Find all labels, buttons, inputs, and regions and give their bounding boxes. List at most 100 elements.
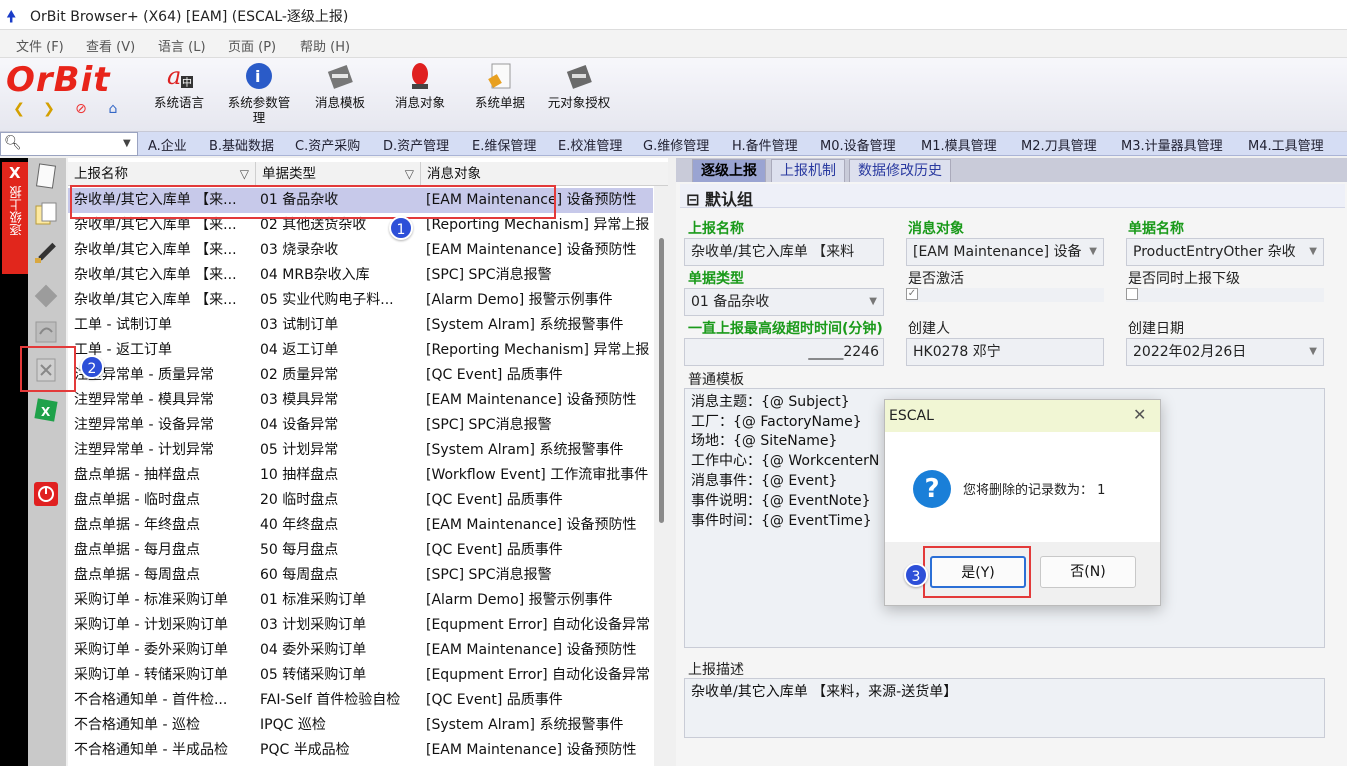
stop-icon[interactable]: ⊘	[72, 100, 90, 118]
table-row[interactable]: 采购订单 - 计划采购订单 03 计划采购订单 [Equpment Error] 自…	[68, 613, 653, 638]
scrollbar-thumb[interactable]	[659, 238, 664, 523]
creator-field[interactable]: HK0278 邓宁	[906, 338, 1104, 366]
menu-language[interactable]: 语言 (L)	[158, 36, 206, 55]
question-icon: ?	[913, 470, 951, 508]
module-tab-basic-data[interactable]: B.基础数据	[209, 135, 274, 154]
table-row[interactable]: 采购订单 - 委外采购订单 04 委外采购订单 [EAM Maintenance] …	[68, 638, 653, 663]
table-row[interactable]: 盘点单据 - 每周盘点 60 每周盘点 [SPC] SPC消息报警	[68, 563, 653, 588]
table-row[interactable]: 盘点单据 - 临时盘点 20 临时盘点 [QC Event] 品质事件	[68, 488, 653, 513]
vertical-tab-escal[interactable]: X 逐级上报	[2, 162, 28, 274]
table-row[interactable]: 采购订单 - 转储采购订单 05 转储采购订单 [Equpment Error] 自…	[68, 663, 653, 688]
module-tab-spare-parts[interactable]: H.备件管理	[732, 135, 798, 154]
table-row[interactable]: 注塑异常单 - 质量异常 02 质量异常 [QC Event] 品质事件	[68, 363, 653, 388]
menu-page[interactable]: 页面 (P)	[228, 36, 276, 55]
chevron-down-icon[interactable]: ▼	[123, 138, 131, 149]
annotation-badge-3: 3	[904, 563, 928, 587]
doc-name-select[interactable]: ProductEntryOther 杂收 ▼	[1126, 238, 1324, 266]
chevron-down-icon[interactable]: ▼	[869, 289, 877, 315]
column-header-report-name[interactable]: 上报名称 ▽	[68, 162, 256, 186]
menu-view[interactable]: 查看 (V)	[86, 36, 135, 55]
filter-icon[interactable]: ▽	[405, 162, 414, 186]
table-row[interactable]: 不合格通知单 - 半成品检 PQC 半成品检 [EAM Maintenance] 设…	[68, 738, 653, 763]
table-row[interactable]: 工单 - 试制订单 03 试制订单 [System Alram] 系统报警事件	[68, 313, 653, 338]
column-header-doc-type[interactable]: 单据类型 ▽	[256, 162, 421, 186]
close-icon[interactable]: ✕	[1133, 405, 1146, 424]
table-cell: 盘点单据 - 抽样盘点	[74, 467, 200, 483]
table-row[interactable]: 盘点单据 - 年终盘点 40 年终盘点 [EAM Maintenance] 设备预防…	[68, 513, 653, 538]
new-doc-icon[interactable]	[32, 162, 60, 190]
module-tab-calibration[interactable]: E.校准管理	[558, 135, 622, 154]
chevron-down-icon[interactable]: ▼	[1309, 339, 1317, 365]
toolbar-system-docs[interactable]: 系统单据	[468, 60, 532, 130]
table-row[interactable]: 注塑异常单 - 设备异常 04 设备异常 [SPC] SPC消息报警	[68, 413, 653, 438]
toolbar-message-object[interactable]: 消息对象	[388, 60, 452, 130]
module-tab-tool[interactable]: M4.工具管理	[1248, 135, 1324, 154]
table-cell: 60 每周盘点	[260, 567, 339, 583]
tab-data-history[interactable]: 数据修改历史	[849, 159, 951, 182]
chevron-down-icon[interactable]: ▼	[1089, 239, 1097, 265]
table-row[interactable]: 注塑异常单 - 模具异常 03 模具异常 [EAM Maintenance] 设备预…	[68, 388, 653, 413]
table-row[interactable]: 采购订单 - 标准采购订单 01 标准采购订单 [Alarm Demo] 报警示例事…	[68, 588, 653, 613]
table-row[interactable]: 盘点单据 - 抽样盘点 10 抽样盘点 [Workflow Event] 工作流审批…	[68, 463, 653, 488]
module-tab-maintenance[interactable]: E.维保管理	[472, 135, 536, 154]
excel-export-icon[interactable]: X	[32, 396, 60, 424]
report-name-field[interactable]: 杂收单/其它入库单 【来料	[684, 238, 884, 266]
module-tab-enterprise[interactable]: A.企业	[148, 135, 187, 154]
menu-help[interactable]: 帮助 (H)	[300, 36, 350, 55]
tab-report-mechanism[interactable]: 上报机制	[771, 159, 845, 182]
table-row[interactable]: 不合格通知单 - 首件检... FAI-Self 首件检验自检 [QC Event]…	[68, 688, 653, 713]
module-tab-bar: 🔍︎ ▼ A.企业 B.基础数据 C.资产采购 D.资产管理 E.维保管理 E.…	[0, 132, 1347, 156]
active-checkbox[interactable]: ✓	[906, 288, 918, 300]
table-row[interactable]: 杂收单/其它入库单 【来... 05 实业代购电子料... [Alarm Demo]…	[68, 288, 653, 313]
no-button[interactable]: 否(N)	[1040, 556, 1136, 588]
exit-icon[interactable]	[32, 480, 60, 508]
close-icon[interactable]: X	[9, 164, 21, 182]
table-cell: 采购订单 - 计划采购订单	[74, 617, 228, 633]
toolbar-meta-auth[interactable]: 元对象授权	[542, 60, 616, 130]
toolbar-message-template[interactable]: 消息模板	[308, 60, 372, 130]
module-tab-cutter[interactable]: M2.刀具管理	[1021, 135, 1097, 154]
table-row[interactable]: 注塑异常单 - 计划异常 05 计划异常 [System Alram] 系统报警事件	[68, 438, 653, 463]
toolbar-system-language[interactable]: a中 系统语言	[148, 60, 210, 130]
module-tab-repair[interactable]: G.维修管理	[643, 135, 709, 154]
module-tab-asset-purchase[interactable]: C.资产采购	[295, 135, 360, 154]
module-search[interactable]: 🔍︎ ▼	[0, 132, 138, 156]
module-tab-mold[interactable]: M1.模具管理	[921, 135, 997, 154]
sync-report-checkbox[interactable]	[1126, 288, 1138, 300]
timeout-field[interactable]: _____2246	[684, 338, 884, 366]
svg-text:中: 中	[182, 76, 192, 89]
edit-pencil-icon[interactable]	[32, 238, 60, 266]
msg-object-select[interactable]: [EAM Maintenance] 设备 ▼	[906, 238, 1104, 266]
forward-arrow-icon[interactable]: ❯	[40, 100, 58, 118]
table-row[interactable]: 工单 - 返工订单 04 返工订单 [Reporting Mechanism] 异常…	[68, 338, 653, 363]
table-row[interactable]: 不合格通知单 - 巡检 IPQC 巡检 [System Alram] 系统报警事件	[68, 713, 653, 738]
filter-icon[interactable]: ▽	[240, 162, 249, 186]
doc-type-select[interactable]: 01 备品杂收 ▼	[684, 288, 884, 316]
home-icon[interactable]: ⌂	[104, 100, 122, 118]
back-arrow-icon[interactable]: ❮	[10, 100, 28, 118]
table-row[interactable]: 杂收单/其它入库单 【来... 04 MRB杂收入库 [SPC] SPC消息报警	[68, 263, 653, 288]
table-cell: 03 计划采购订单	[260, 617, 367, 633]
grid-scrollbar[interactable]	[654, 186, 668, 766]
module-tab-asset-mgmt[interactable]: D.资产管理	[383, 135, 449, 154]
collapse-icon[interactable]: ⊟	[686, 190, 705, 209]
table-cell: [QC Event] 品质事件	[426, 492, 563, 508]
table-cell: 40 年终盘点	[260, 517, 339, 533]
table-cell: 注塑异常单 - 设备异常	[74, 417, 214, 433]
table-row[interactable]: 盘点单据 - 每月盘点 50 每月盘点 [QC Event] 品质事件	[68, 538, 653, 563]
action-icon-column: X	[28, 158, 66, 766]
chevron-down-icon[interactable]: ▼	[1309, 239, 1317, 265]
column-header-message-object[interactable]: 消息对象	[421, 162, 668, 186]
table-row[interactable]: 杂收单/其它入库单 【来... 03 烧录杂收 [EAM Maintenance] …	[68, 238, 653, 263]
group-header[interactable]: ⊟ 默认组	[680, 184, 1345, 209]
description-textarea[interactable]: 杂收单/其它入库单 【来料，来源-送货单】	[684, 678, 1325, 738]
table-cell: 04 MRB杂收入库	[260, 267, 370, 283]
tab-escal[interactable]: 逐级上报	[692, 159, 766, 182]
module-tab-equipment[interactable]: M0.设备管理	[820, 135, 896, 154]
module-tab-gauge[interactable]: M3.计量器具管理	[1121, 135, 1223, 154]
menu-file[interactable]: 文件 (F)	[16, 36, 64, 55]
created-date-picker[interactable]: 2022年02月26日 ▼	[1126, 338, 1324, 366]
toolbar: OrBit ❮ ❯ ⊘ ⌂ a中 系统语言 i 系统参数管 理 消息模板 消息对…	[0, 58, 1347, 132]
copy-docs-icon[interactable]	[32, 200, 60, 228]
toolbar-system-params[interactable]: i 系统参数管 理	[222, 60, 296, 130]
